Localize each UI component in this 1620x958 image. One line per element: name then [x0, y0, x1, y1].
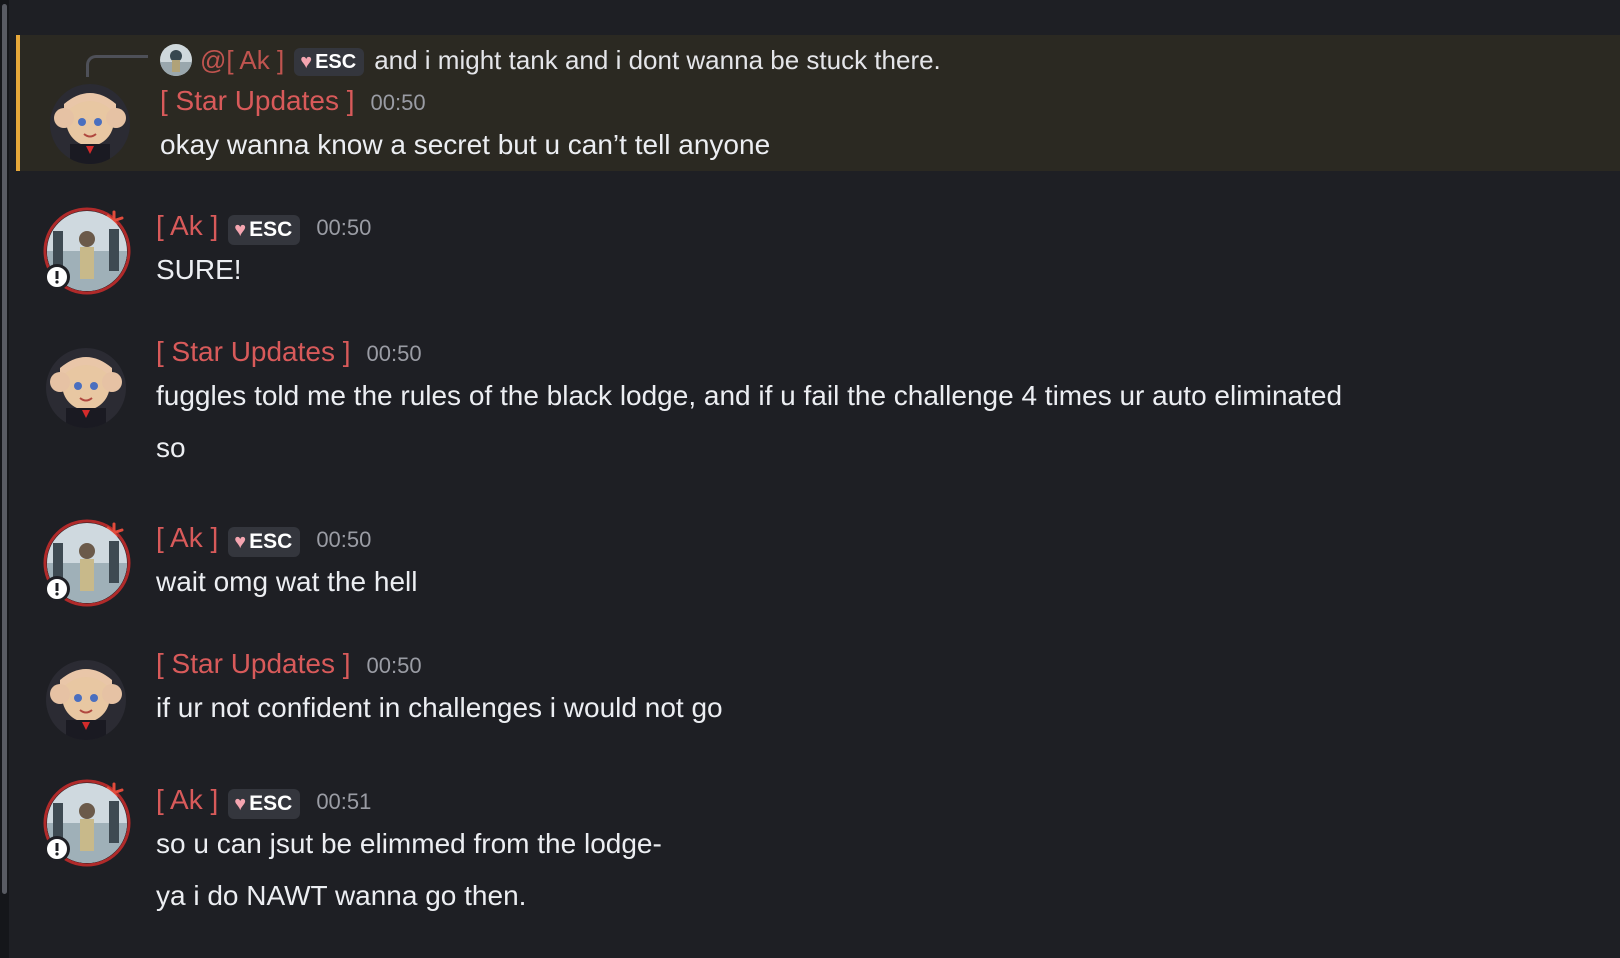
- server-tag-badge: ♥ ESC: [294, 48, 365, 76]
- message-author[interactable]: [ Star Updates ]: [160, 85, 355, 117]
- heart-icon: ♥: [300, 51, 313, 73]
- status-indicator-icon: [44, 264, 70, 290]
- reply-author-name[interactable]: @[ Ak ]: [200, 45, 284, 76]
- server-tag-badge: ♥ ESC: [228, 789, 301, 819]
- message-item[interactable]: @[ Ak ] ♥ ESC and i might tank and i dont…: [16, 35, 1620, 171]
- reply-preview[interactable]: @[ Ak ] ♥ ESC and i might tank and i dont…: [160, 43, 941, 77]
- user-avatar[interactable]: [50, 84, 130, 164]
- message-author[interactable]: [ Star Updates ]: [156, 336, 351, 368]
- message-timestamp[interactable]: 00:50: [367, 653, 422, 679]
- server-tag-label: ESC: [249, 792, 293, 815]
- server-tag-badge: ♥ ESC: [228, 527, 301, 557]
- message-timestamp[interactable]: 00:50: [367, 341, 422, 367]
- message-text: so: [156, 432, 186, 463]
- message-item[interactable]: [ Ak ] ♥ ESC 00:50 SURE!: [16, 200, 1620, 310]
- message-timestamp[interactable]: 00:50: [316, 215, 371, 241]
- server-tag-label: ESC: [249, 218, 293, 241]
- message-author[interactable]: [ Ak ]: [156, 210, 218, 242]
- message-item[interactable]: [ Star Updates ] 00:50 if ur not confide…: [16, 648, 1620, 748]
- message-author[interactable]: [ Ak ]: [156, 784, 218, 816]
- scrollbar-track[interactable]: [0, 0, 9, 958]
- message-item[interactable]: [ Ak ] ♥ ESC 00:50 wait omg wat the hell: [16, 512, 1620, 622]
- message-text: so u can jsut be elimmed from the lodge-: [156, 828, 662, 859]
- message-timestamp[interactable]: 00:50: [316, 527, 371, 553]
- status-indicator-icon: [44, 836, 70, 862]
- user-avatar[interactable]: [46, 660, 126, 740]
- message-text: fuggles told me the rules of the black l…: [156, 380, 1343, 411]
- server-tag-badge: ♥ ESC: [228, 215, 301, 245]
- user-avatar[interactable]: [42, 778, 132, 868]
- message-item[interactable]: [ Ak ] ♥ ESC 00:51 so u can jsut be elimm…: [16, 772, 1620, 932]
- user-avatar[interactable]: [42, 206, 132, 296]
- user-avatar[interactable]: [42, 518, 132, 608]
- message-timestamp[interactable]: 00:51: [316, 789, 371, 815]
- server-tag-label: ESC: [315, 50, 357, 73]
- message-item[interactable]: [ Star Updates ] 00:50 fuggles told me t…: [16, 336, 1620, 486]
- message-text: ya i do NAWT wanna go then.: [156, 880, 527, 911]
- server-tag-label: ESC: [249, 530, 293, 553]
- heart-icon: ♥: [234, 219, 247, 241]
- message-author[interactable]: [ Ak ]: [156, 522, 218, 554]
- message-text: if ur not confident in challenges i woul…: [156, 692, 723, 723]
- chat-message-list: @[ Ak ] ♥ ESC and i might tank and i dont…: [16, 0, 1620, 958]
- message-timestamp[interactable]: 00:50: [371, 90, 426, 116]
- message-text: okay wanna know a secret but u can’t tel…: [160, 129, 771, 160]
- message-text: SURE!: [156, 254, 242, 285]
- reply-author-avatar[interactable]: [160, 44, 192, 76]
- reply-connector: [86, 55, 148, 77]
- heart-icon: ♥: [234, 793, 247, 815]
- heart-icon: ♥: [234, 531, 247, 553]
- user-avatar[interactable]: [46, 348, 126, 428]
- reply-excerpt[interactable]: and i might tank and i dont wanna be stu…: [374, 45, 941, 76]
- message-text: wait omg wat the hell: [156, 566, 418, 597]
- status-indicator-icon: [44, 576, 70, 602]
- message-author[interactable]: [ Star Updates ]: [156, 648, 351, 680]
- scrollbar-thumb[interactable]: [2, 4, 7, 894]
